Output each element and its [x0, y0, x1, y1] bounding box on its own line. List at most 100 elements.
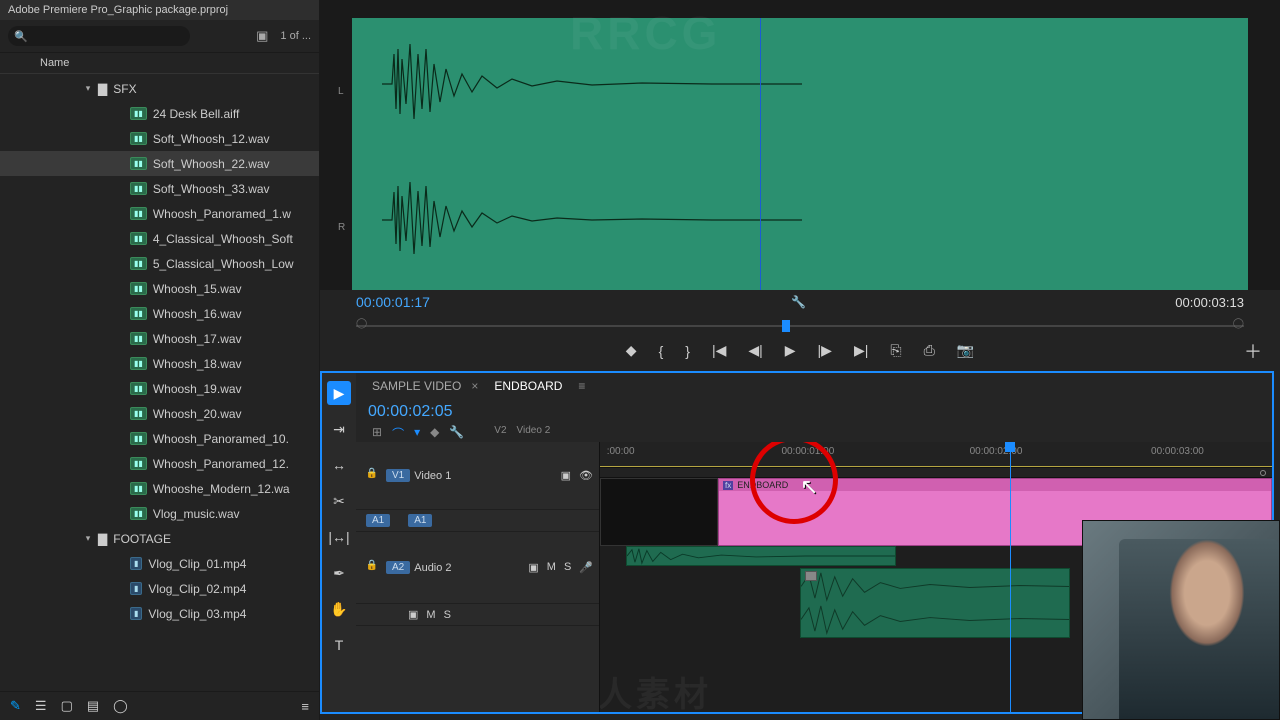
new-bin-icon[interactable]: ▣ [256, 28, 268, 44]
toggle-track-icon[interactable]: ▣ [528, 561, 538, 574]
project-item[interactable]: ▮▮Whoosh_20.wav [0, 401, 319, 426]
timeline-ruler[interactable]: :00:0000:00:01:0000:00:02:0000:00:03:00 [600, 442, 1272, 468]
freeform-view-icon[interactable]: ▤ [87, 698, 99, 714]
razor-tool-icon[interactable]: ✂ [327, 489, 351, 513]
project-item[interactable]: ▮▮Soft_Whoosh_33.wav [0, 176, 319, 201]
add-marker-icon[interactable]: ▾ [414, 425, 420, 442]
a2-badge[interactable]: A2 [386, 561, 410, 574]
icon-view-icon[interactable]: ▢ [61, 698, 73, 714]
go-to-in-icon[interactable]: |◀ [712, 342, 726, 359]
v1-badge[interactable]: V1 [386, 469, 410, 482]
project-item[interactable]: ▮▮Whoosh_17.wav [0, 326, 319, 351]
clip-audio-a1[interactable] [626, 546, 896, 566]
eye-icon[interactable]: 👁 [579, 469, 593, 482]
wrench-timeline-icon[interactable]: 🔧 [449, 425, 464, 442]
a1-badge[interactable]: A1 [408, 514, 432, 527]
timeline-current-timecode[interactable]: 00:00:02:05 [368, 403, 453, 421]
clip-audio-a2[interactable] [800, 568, 1070, 638]
chevron-down-icon[interactable]: ▾ [82, 533, 94, 544]
type-tool-icon[interactable]: T [327, 633, 351, 657]
project-item[interactable]: ▮Vlog_Clip_01.mp4 [0, 551, 319, 576]
timeline-hscroll[interactable] [600, 468, 1272, 478]
wrench-icon[interactable]: 🔧 [791, 295, 806, 309]
folder-row[interactable]: ▾▇FOOTAGE [0, 526, 319, 551]
ripple-edit-tool-icon[interactable]: ↔ [327, 453, 351, 477]
go-to-out-icon[interactable]: ▶| [854, 342, 868, 359]
panel-menu-icon[interactable]: ≡ [578, 379, 585, 393]
add-button-icon[interactable]: ＋ [1244, 338, 1262, 364]
panel-menu-icon[interactable]: ≡ [301, 699, 309, 714]
folder-row[interactable]: ▾▇SFX [0, 76, 319, 101]
a1-source-badge[interactable]: A1 [366, 514, 390, 527]
waveform-left [382, 24, 802, 144]
project-item[interactable]: ▮▮24 Desk Bell.aiff [0, 101, 319, 126]
project-item[interactable]: ▮▮Vlog_music.wav [0, 501, 319, 526]
keyframe-icon[interactable] [805, 571, 817, 581]
timeline-playhead[interactable] [1010, 442, 1011, 712]
slip-tool-icon[interactable]: |↔| [327, 525, 351, 549]
project-item[interactable]: ▮▮Whooshe_Modern_12.wa [0, 476, 319, 501]
selection-tool-icon[interactable]: ▶ [327, 381, 351, 405]
source-current-timecode[interactable]: 00:00:01:17 [356, 294, 430, 310]
clip-black-video[interactable] [600, 478, 718, 546]
overwrite-icon[interactable]: ⎙ [924, 342, 935, 359]
track-header-a1[interactable]: A1 A1 [356, 510, 599, 532]
track-header-a2[interactable]: 🔒 A2 Audio 2 ▣ M S 🎤 [356, 532, 599, 604]
toggle-track-icon[interactable]: ▣ [408, 608, 418, 621]
project-item[interactable]: ▮▮Soft_Whoosh_12.wav [0, 126, 319, 151]
slider-thumb[interactable] [782, 320, 790, 332]
project-item[interactable]: ▮▮4_Classical_Whoosh_Soft [0, 226, 319, 251]
playhead-head-icon[interactable] [1005, 442, 1015, 452]
project-tree[interactable]: ▾▇SFX▮▮24 Desk Bell.aiff▮▮Soft_Whoosh_12… [0, 74, 319, 691]
lock-icon[interactable]: 🔒 [362, 468, 382, 484]
waveform-background[interactable]: L R [352, 18, 1248, 290]
project-item[interactable]: ▮▮Whoosh_16.wav [0, 301, 319, 326]
export-frame-icon[interactable]: 📷 [957, 342, 974, 359]
hand-tool-icon[interactable]: ✋ [327, 597, 351, 621]
project-item[interactable]: ▮▮Whoosh_Panoramed_1.w [0, 201, 319, 226]
project-item[interactable]: ▮▮Whoosh_15.wav [0, 276, 319, 301]
solo-button[interactable]: S [564, 561, 571, 574]
toggle-output-icon[interactable]: ▣ [561, 469, 571, 482]
project-item[interactable]: ▮▮Whoosh_Panoramed_12. [0, 451, 319, 476]
marker-icon[interactable]: ◆ [626, 342, 637, 359]
tab-close-icon[interactable]: × [471, 379, 478, 393]
voice-over-icon[interactable]: 🎤 [579, 561, 593, 574]
play-icon[interactable]: ▶ [785, 342, 796, 359]
source-playhead[interactable] [760, 18, 761, 290]
write-icon[interactable]: ✎ [10, 698, 21, 714]
sequence-tabs: SAMPLE VIDEO × ENDBOARD ≡ [356, 373, 1272, 399]
track-select-tool-icon[interactable]: ⇥ [327, 417, 351, 441]
list-view-icon[interactable]: ☰ [35, 698, 47, 714]
mute-button[interactable]: M [547, 561, 556, 574]
tab-sample-video[interactable]: SAMPLE VIDEO [368, 377, 465, 395]
chevron-down-icon[interactable]: ▾ [82, 83, 94, 94]
linked-selection-icon[interactable]: ⌒ [392, 425, 404, 442]
track-header-v1[interactable]: 🔒 V1 Video 1 ▣ 👁 [356, 442, 599, 510]
project-item[interactable]: ▮▮Whoosh_Panoramed_10. [0, 426, 319, 451]
project-item[interactable]: ▮Vlog_Clip_03.mp4 [0, 601, 319, 626]
marker-small-icon[interactable]: ◆ [430, 425, 439, 442]
source-position-slider[interactable]: ◯ ◯ [356, 318, 1244, 334]
project-item[interactable]: ▮▮Soft_Whoosh_22.wav [0, 151, 319, 176]
solo-button[interactable]: S [444, 609, 451, 621]
in-point-icon[interactable]: { [659, 343, 664, 359]
project-search-input[interactable] [8, 26, 190, 46]
project-item[interactable]: ▮Vlog_Clip_02.mp4 [0, 576, 319, 601]
project-item[interactable]: ▮▮5_Classical_Whoosh_Low [0, 251, 319, 276]
out-point-icon[interactable]: } [685, 343, 690, 359]
lock-icon[interactable]: 🔒 [362, 560, 382, 576]
column-header-name[interactable]: Name [0, 53, 319, 74]
project-item[interactable]: ▮▮Whoosh_19.wav [0, 376, 319, 401]
pen-tool-icon[interactable]: ✒ [327, 561, 351, 585]
project-item[interactable]: ▮▮Whoosh_18.wav [0, 351, 319, 376]
mute-button[interactable]: M [426, 609, 435, 621]
insert-icon[interactable]: ⎘ [890, 342, 901, 359]
step-back-icon[interactable]: ◀| [748, 342, 762, 359]
scroll-end-dot[interactable] [1260, 470, 1266, 476]
tab-endboard[interactable]: ENDBOARD [490, 377, 566, 395]
zoom-slider-dot[interactable]: ◯ [113, 698, 128, 714]
snap-icon[interactable]: ⊞ [372, 425, 382, 442]
track-header-a3[interactable]: ▣ M S [356, 604, 599, 626]
step-forward-icon[interactable]: |▶ [818, 342, 832, 359]
